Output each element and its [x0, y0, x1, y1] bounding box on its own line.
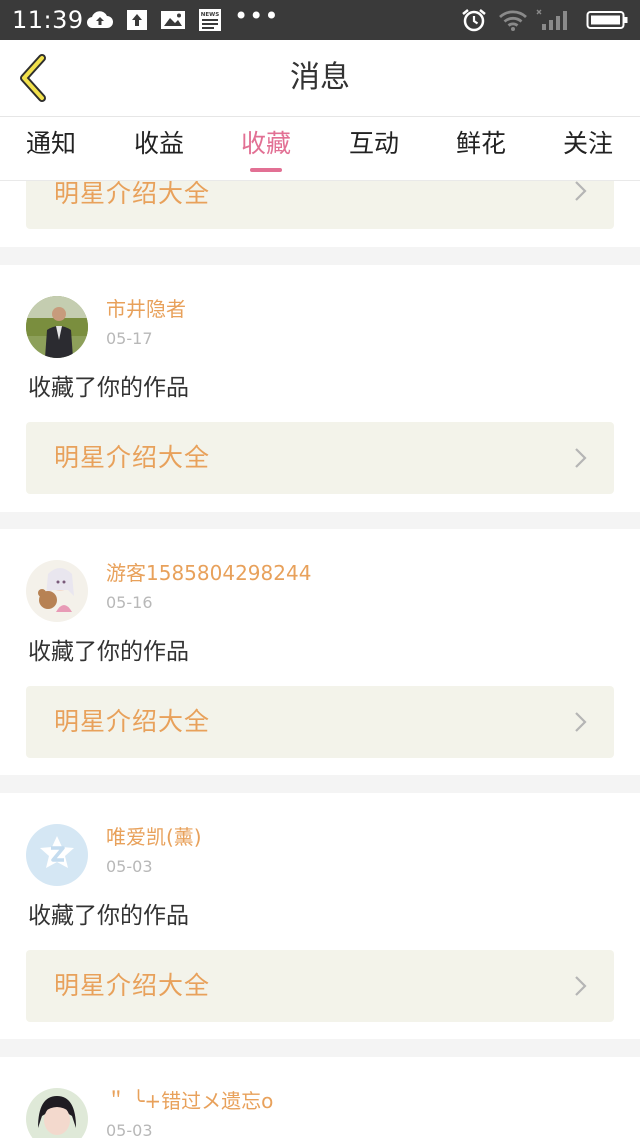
- chevron-right-icon: [575, 712, 587, 732]
- status-bar: 11:39 NEWS •••: [0, 0, 640, 40]
- tab-earnings[interactable]: 收益: [109, 117, 209, 180]
- svg-text:NEWS: NEWS: [201, 12, 219, 18]
- message-date: 05-17: [106, 329, 153, 348]
- action-text: 收藏了你的作品: [28, 903, 189, 929]
- tab-bar: 通知 收益 收藏 互动 鲜花 关注: [0, 117, 640, 181]
- username[interactable]: 市井隐者: [106, 295, 186, 323]
- work-link[interactable]: 明星介绍大全: [26, 422, 614, 494]
- upload-icon: [127, 10, 147, 30]
- chevron-right-icon: [575, 448, 587, 468]
- chevron-right-icon: [575, 976, 587, 996]
- message-date: 05-03: [106, 1121, 153, 1138]
- tab-favorites-label: 收藏: [240, 129, 291, 158]
- more-dots-icon: •••: [234, 2, 280, 30]
- battery-icon: [586, 11, 628, 29]
- username[interactable]: 游客1585804298244: [106, 559, 311, 587]
- message-card: 市井隐者 05-17 收藏了你的作品 明星介绍大全: [0, 265, 640, 512]
- signal-icon: [536, 9, 567, 30]
- avatar[interactable]: [26, 824, 88, 886]
- avatar[interactable]: [26, 296, 88, 358]
- message-card: ＂ ╰+错过メ遗忘o 05-03: [0, 1057, 640, 1138]
- message-date: 05-16: [106, 593, 153, 612]
- action-text: 收藏了你的作品: [28, 375, 189, 401]
- active-tab-indicator: [250, 168, 282, 172]
- cloud-upload-icon: [86, 11, 113, 29]
- user-avatar-image: [26, 1088, 88, 1138]
- tab-flowers[interactable]: 鲜花: [431, 117, 531, 180]
- work-title: 明星介绍大全: [54, 971, 211, 1000]
- tab-interactions[interactable]: 互动: [324, 117, 424, 180]
- message-card: 游客1585804298244 05-16 收藏了你的作品 明星介绍大全: [0, 529, 640, 775]
- tab-notifications[interactable]: 通知: [1, 117, 101, 180]
- message-list[interactable]: 明星介绍大全 市井隐者 05-17 收藏了你的作品 明星介绍大全 游客15858…: [0, 181, 640, 1138]
- username[interactable]: 唯爱凯(薰): [106, 823, 202, 851]
- alarm-icon: [462, 9, 486, 32]
- chevron-right-icon: [575, 181, 587, 201]
- work-link[interactable]: 明星介绍大全: [26, 950, 614, 1022]
- work-link[interactable]: 明星介绍大全: [26, 181, 614, 229]
- wifi-icon: [499, 10, 527, 31]
- username[interactable]: ＂ ╰+错过メ遗忘o: [106, 1087, 273, 1115]
- work-title: 明星介绍大全: [54, 181, 211, 208]
- avatar[interactable]: [26, 560, 88, 622]
- work-title: 明星介绍大全: [54, 707, 211, 736]
- user-avatar-image: [26, 560, 88, 622]
- work-link[interactable]: 明星介绍大全: [26, 686, 614, 758]
- page-title: 消息: [290, 60, 350, 95]
- tab-following[interactable]: 关注: [538, 117, 638, 180]
- status-time: 11:39: [12, 6, 84, 34]
- work-title: 明星介绍大全: [54, 443, 211, 472]
- qq-default-avatar-icon: [26, 824, 88, 886]
- message-card-partial: 明星介绍大全: [0, 181, 640, 247]
- message-card: 唯爱凯(薰) 05-03 收藏了你的作品 明星介绍大全: [0, 793, 640, 1039]
- image-icon: [161, 11, 185, 29]
- message-date: 05-03: [106, 857, 153, 876]
- avatar[interactable]: [26, 1088, 88, 1138]
- user-avatar-image: [26, 296, 88, 358]
- tab-favorites[interactable]: 收藏: [216, 117, 316, 180]
- nav-bar: 消息: [0, 40, 640, 117]
- action-text: 收藏了你的作品: [28, 639, 189, 665]
- news-icon: NEWS: [199, 9, 221, 31]
